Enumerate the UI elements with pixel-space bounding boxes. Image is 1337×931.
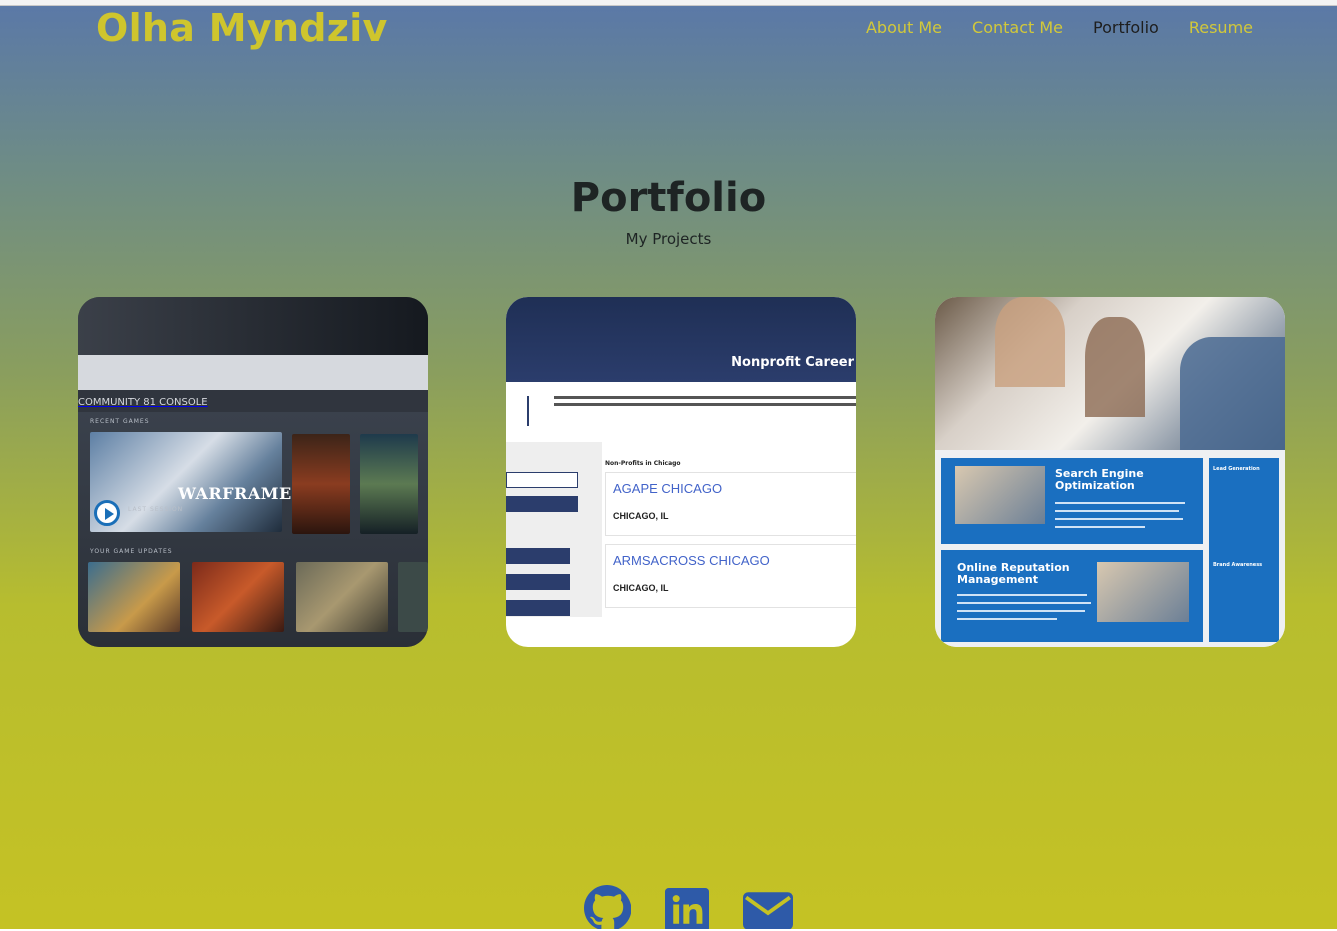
site-brand[interactable]: Olha Myndziv bbox=[96, 6, 388, 50]
intro-divider bbox=[527, 396, 529, 426]
launcher-nav: COMMUNITY 81 CONSOLE bbox=[78, 390, 428, 412]
nonprofit-city: CHICAGO, IL bbox=[613, 583, 669, 593]
nonprofit-name: ARMSACROSS CHICAGO bbox=[613, 553, 770, 568]
main-nav: About Me Contact Me Portfolio Resume bbox=[866, 18, 1253, 37]
project-card-nonprofit-career[interactable]: Nonprofit Career Non-Profits in Chicago … bbox=[506, 297, 856, 647]
text-line bbox=[957, 618, 1057, 620]
city-search-input bbox=[506, 472, 578, 488]
text-line bbox=[1055, 510, 1179, 512]
city-button bbox=[506, 574, 570, 590]
nonprofit-header-title: Nonprofit Career bbox=[731, 355, 854, 370]
team-photo bbox=[935, 297, 1285, 450]
update-tile bbox=[296, 562, 388, 632]
nonprofit-list-heading: Non-Profits in Chicago bbox=[605, 460, 681, 467]
seo-image bbox=[955, 466, 1045, 524]
launcher-library: RECENT GAMES WARFRAME LAST SESSION YOUR … bbox=[78, 412, 428, 647]
list-item: ARMSACROSS CHICAGO CHICAGO, IL bbox=[605, 544, 856, 608]
recent-games-label: RECENT GAMES bbox=[90, 418, 150, 425]
text-line bbox=[1055, 526, 1145, 528]
lead-generation-heading: Lead Generation bbox=[1213, 466, 1260, 472]
nonprofit-content: Non-Profits in Chicago AGAPE CHICAGO CHI… bbox=[506, 442, 856, 617]
update-tile bbox=[398, 562, 428, 632]
city-button bbox=[506, 600, 570, 616]
reputation-heading: Online Reputation Management bbox=[957, 561, 1070, 586]
search-button bbox=[506, 496, 578, 512]
text-line bbox=[957, 610, 1085, 612]
city-button bbox=[506, 548, 570, 564]
nonprofit-name: AGAPE CHICAGO bbox=[613, 481, 723, 496]
project-card-marketing[interactable]: Search Engine Optimization Online Reputa… bbox=[935, 297, 1285, 647]
text-line bbox=[957, 594, 1087, 596]
nonprofit-list: Non-Profits in Chicago AGAPE CHICAGO CHI… bbox=[602, 442, 856, 617]
brand-awareness-heading: Brand Awareness bbox=[1213, 562, 1263, 568]
side-services-block: Lead Generation Brand Awareness bbox=[1209, 458, 1279, 642]
nav-about-me[interactable]: About Me bbox=[866, 18, 942, 37]
page-title: Portfolio bbox=[570, 175, 767, 221]
services-infographic: Search Engine Optimization Online Reputa… bbox=[935, 450, 1285, 647]
laptop-image bbox=[1097, 562, 1189, 622]
last-session-label: LAST SESSION bbox=[128, 506, 184, 513]
nav-resume[interactable]: Resume bbox=[1189, 18, 1253, 37]
nonprofit-city: CHICAGO, IL bbox=[613, 511, 669, 521]
launcher-toolbar bbox=[78, 355, 428, 390]
photo-person bbox=[1085, 317, 1145, 417]
update-tile bbox=[192, 562, 284, 632]
linkedin-link[interactable] bbox=[665, 888, 709, 931]
seo-heading: Search Engine Optimization bbox=[1055, 467, 1144, 492]
linkedin-icon bbox=[665, 888, 709, 931]
game-tile bbox=[292, 434, 350, 534]
play-icon bbox=[94, 500, 120, 526]
nav-contact-me[interactable]: Contact Me bbox=[972, 18, 1063, 37]
reputation-block: Online Reputation Management bbox=[941, 550, 1203, 642]
seo-block: Search Engine Optimization bbox=[941, 458, 1203, 544]
project-card-game-launcher[interactable]: COMMUNITY 81 CONSOLE RECENT GAMES WARFRA… bbox=[78, 297, 428, 647]
social-links bbox=[583, 884, 793, 931]
intro-text-lines bbox=[554, 396, 856, 410]
game-updates-label: YOUR GAME UPDATES bbox=[90, 548, 173, 555]
photo-person bbox=[1180, 337, 1285, 450]
text-line bbox=[1055, 518, 1183, 520]
envelope-icon bbox=[743, 892, 793, 930]
nonprofit-intro bbox=[506, 382, 856, 442]
nonprofit-header: Nonprofit Career bbox=[506, 297, 856, 382]
launcher-titlebar bbox=[78, 297, 428, 355]
github-icon bbox=[584, 885, 632, 931]
list-item: AGAPE CHICAGO CHICAGO, IL bbox=[605, 472, 856, 536]
email-link[interactable] bbox=[743, 890, 793, 931]
page-subtitle: My Projects bbox=[625, 230, 712, 248]
featured-game-title: WARFRAME bbox=[178, 484, 292, 503]
text-line bbox=[1055, 502, 1185, 504]
github-link[interactable] bbox=[583, 884, 632, 931]
nonprofit-sidebar bbox=[506, 442, 586, 617]
featured-game-tile: WARFRAME LAST SESSION bbox=[90, 432, 291, 532]
update-tile bbox=[88, 562, 180, 632]
photo-person bbox=[995, 297, 1065, 387]
game-tile bbox=[360, 434, 418, 534]
text-line bbox=[957, 602, 1091, 604]
nav-portfolio[interactable]: Portfolio bbox=[1093, 18, 1159, 37]
